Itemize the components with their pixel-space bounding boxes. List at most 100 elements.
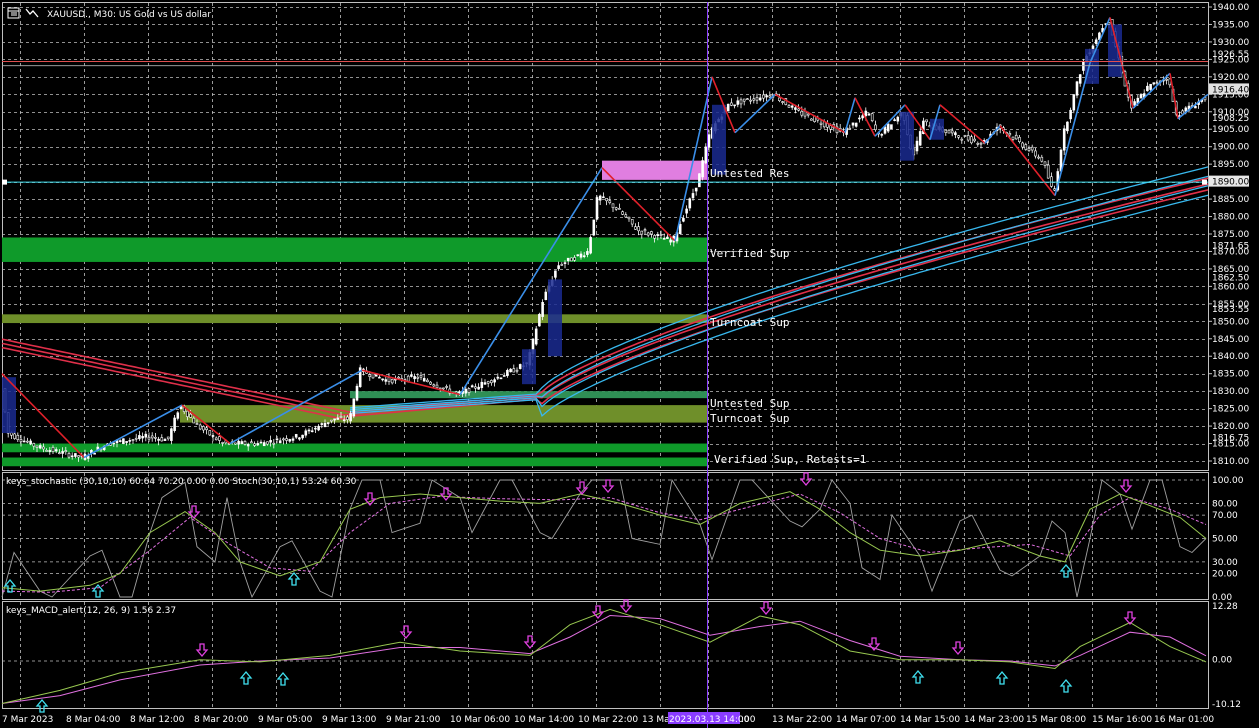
time-axis-label: 13 Mar 22:00: [772, 715, 832, 725]
candle-body: [16, 434, 20, 440]
stoch-sell-arrow-icon: [601, 479, 615, 494]
price-label: 1880.00: [1212, 213, 1249, 223]
volume-box: [522, 349, 536, 385]
candle-body: [950, 130, 954, 134]
trading-chart[interactable]: XAUUSD., M30: US Gold vs US dollar Untes…: [0, 0, 1259, 728]
candle-body: [314, 427, 317, 430]
candle-body: [781, 101, 784, 103]
chart-window-icon[interactable]: [7, 7, 20, 19]
candle-body: [874, 124, 877, 131]
candle-body: [422, 378, 426, 382]
candle-body: [707, 134, 711, 148]
candle-body: [26, 440, 29, 443]
price-label-secondary: 1926.55: [1212, 50, 1249, 60]
candle-body: [246, 444, 250, 447]
price-label: 1850.00: [1212, 317, 1249, 327]
macd-axis-label: -10.12: [1212, 700, 1241, 710]
candle-body: [294, 434, 298, 438]
candle-body: [1027, 148, 1031, 151]
candle-body: [48, 450, 52, 452]
candle-body: [726, 103, 730, 112]
time-axis-label: 14 Mar 15:00: [900, 715, 960, 725]
candle-body: [499, 377, 503, 380]
candle-body: [349, 413, 352, 422]
candle-body: [630, 219, 634, 225]
blue-moving-average-line: [349, 185, 1209, 413]
candle-body: [589, 236, 592, 254]
time-cursor-label: 2023.03.13 14:00 :00: [668, 712, 756, 725]
candle-body: [701, 160, 704, 178]
candle-body: [1139, 94, 1143, 99]
time-axis[interactable]: 7 Mar 2023 8 Mar 04:00 8 Mar 12:00 8 Mar 20…: [2, 715, 1214, 725]
bid-price-label: 1916.40: [1212, 85, 1249, 95]
candle-body: [384, 379, 388, 382]
candle-body: [1011, 136, 1015, 140]
candle-body: [541, 302, 544, 317]
candle-body: [538, 313, 541, 327]
candle-body: [659, 234, 663, 236]
zone-label-untested-res: Untested Res: [710, 167, 789, 180]
candle-body: [621, 211, 624, 215]
candle-body: [790, 105, 794, 108]
candle-body: [858, 117, 861, 120]
candle-body: [867, 113, 871, 116]
candle-body: [54, 449, 58, 452]
candle-body: [307, 429, 311, 432]
candle-body: [1075, 81, 1079, 96]
candle-body: [477, 386, 480, 390]
price-label: 1845.00: [1212, 335, 1249, 345]
candle-body: [1146, 85, 1149, 92]
candle-body: [253, 443, 256, 446]
sr-zones: [2, 160, 707, 467]
price-label: 1895.00: [1212, 160, 1249, 170]
candle-body: [1066, 121, 1069, 132]
candle-body: [592, 219, 596, 236]
macd-axis: 12.28 0.00 -10.12: [1212, 602, 1241, 710]
candle-body: [976, 143, 980, 145]
time-axis-label: 15 Mar 16:00: [1092, 715, 1152, 725]
candle-body: [733, 104, 736, 107]
price-label: 1930.00: [1212, 38, 1249, 48]
candle-body: [752, 98, 756, 101]
zigzag-segment: [1177, 93, 1209, 120]
candle-body: [128, 440, 132, 442]
candle-body: [32, 443, 36, 447]
candle-body: [413, 376, 416, 380]
candle-body: [595, 197, 599, 220]
candle-body: [634, 226, 637, 230]
zigzag-segment: [999, 125, 1056, 197]
price-label: 1840.00: [1212, 352, 1249, 362]
candle-body: [515, 369, 519, 372]
candle-body: [346, 416, 349, 420]
grid-lines: [2, 3, 1208, 708]
volume-box: [1085, 48, 1099, 84]
candle-body: [890, 124, 893, 130]
candle-body: [368, 374, 372, 377]
volume-box: [548, 279, 562, 357]
signal-arrows: [3, 472, 1137, 713]
candle-body: [688, 198, 692, 209]
candle-body: [643, 229, 647, 232]
candle-body: [1069, 109, 1072, 120]
candle-body: [445, 386, 448, 388]
candle-body: [570, 257, 573, 262]
candle-body: [1034, 150, 1037, 157]
candle-body: [618, 208, 621, 210]
price-label-secondary: 1871.65: [1212, 242, 1249, 252]
candle-body: [576, 254, 580, 256]
candle-body: [640, 230, 644, 235]
price-axis[interactable]: 1940.001935.001930.001925.001920.001915.…: [1208, 3, 1249, 467]
candle-body: [506, 369, 509, 377]
candle-body: [67, 453, 71, 458]
candle-body: [202, 426, 205, 431]
candle-body: [963, 135, 967, 137]
candle-body: [112, 442, 116, 445]
candle-body: [221, 442, 224, 444]
candle-body: [45, 450, 48, 452]
macd-buy-arrow-icon: [276, 671, 290, 686]
candle-body: [883, 126, 887, 134]
price-label: 1900.00: [1212, 143, 1249, 153]
time-axis-label: 9 Mar 21:00: [386, 715, 441, 725]
candle-body: [704, 146, 708, 164]
price-label-secondary: 1908.25: [1212, 114, 1249, 124]
